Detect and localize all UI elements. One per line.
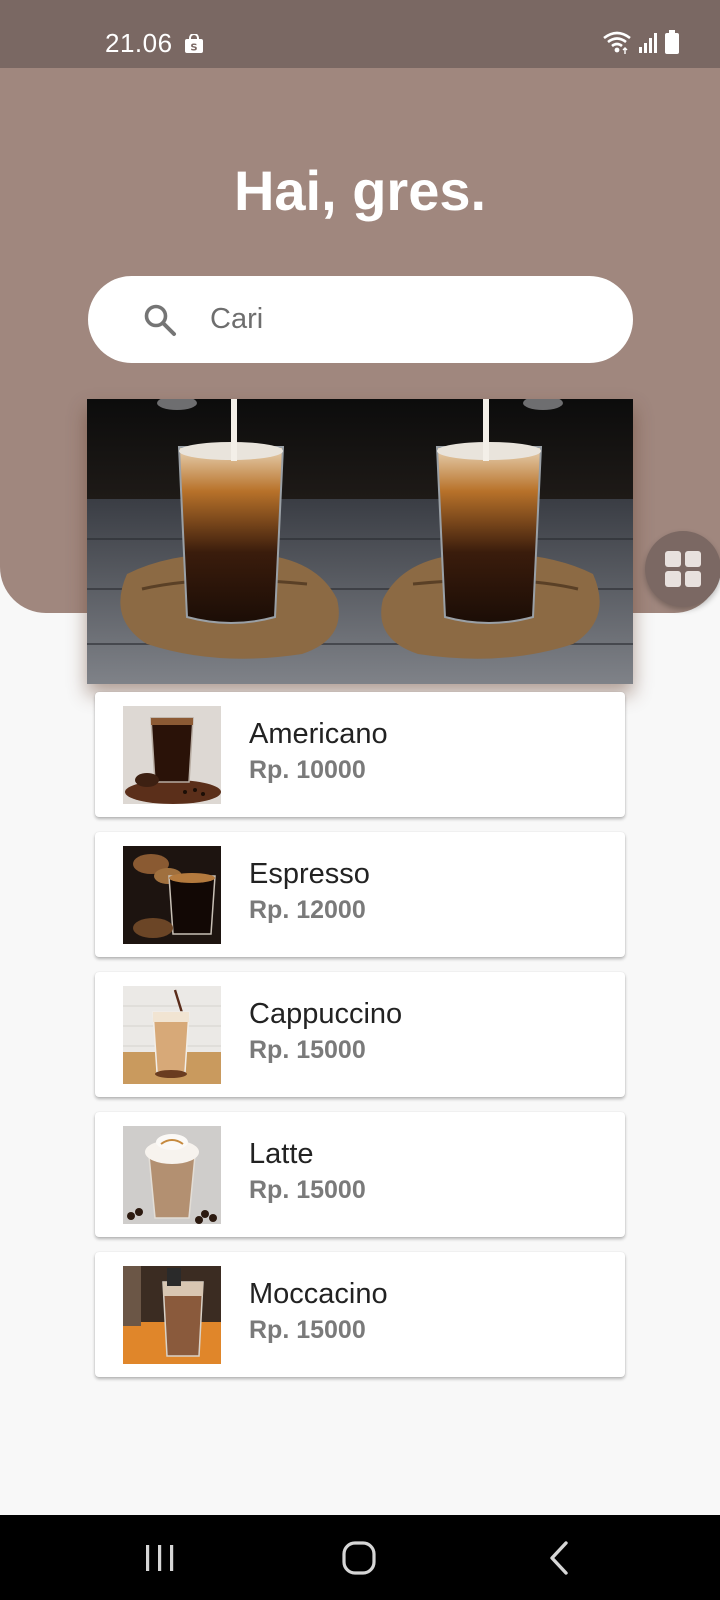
signal-icon: [639, 33, 657, 53]
menu-item-name: Moccacino: [249, 1278, 388, 1310]
latte-thumbnail: [123, 1126, 221, 1224]
menu-item-price: Rp. 15000: [249, 1316, 366, 1344]
search-icon: [144, 304, 176, 336]
menu-item-name: Americano: [249, 718, 388, 750]
home-icon[interactable]: [338, 1536, 382, 1580]
wifi-icon: [603, 31, 631, 54]
recent-apps-icon[interactable]: [138, 1536, 182, 1580]
status-time: 21.06: [105, 28, 173, 58]
search-input[interactable]: [210, 276, 610, 363]
menu-item-espresso[interactable]: Espresso Rp. 12000: [95, 832, 625, 957]
menu-item-price: Rp. 12000: [249, 896, 366, 924]
grid-menu-button[interactable]: [645, 531, 720, 607]
shopee-bag-icon: S: [185, 34, 203, 54]
status-icons: [602, 30, 680, 54]
search-bar[interactable]: [88, 276, 633, 363]
cappuccino-thumbnail: [123, 986, 221, 1084]
greeting-title: Hai, gres.: [233, 159, 487, 222]
menu-item-price: Rp. 10000: [249, 756, 366, 784]
menu-item-moccacino[interactable]: Moccacino Rp. 15000: [95, 1252, 625, 1377]
svg-text:S: S: [190, 43, 197, 54]
navigation-bar: [0, 1515, 720, 1600]
back-icon[interactable]: [538, 1536, 582, 1580]
espresso-thumbnail: [123, 846, 221, 944]
menu-item-name: Cappuccino: [249, 998, 403, 1030]
menu-list: Americano Rp. 10000 Espresso Rp. 12000 C…: [95, 692, 625, 1392]
menu-item-price: Rp. 15000: [249, 1036, 366, 1064]
moccacino-thumbnail: [123, 1266, 221, 1364]
menu-item-name: Latte: [249, 1138, 314, 1170]
grid-icon: [665, 551, 701, 587]
battery-icon: [665, 30, 679, 54]
menu-item-latte[interactable]: Latte Rp. 15000: [95, 1112, 625, 1237]
promo-banner-image: [87, 399, 633, 684]
status-bar: 21.06 S: [0, 0, 720, 68]
menu-item-americano[interactable]: Americano Rp. 10000: [95, 692, 625, 817]
menu-item-cappuccino[interactable]: Cappuccino Rp. 15000: [95, 972, 625, 1097]
americano-thumbnail: [123, 706, 221, 804]
menu-item-name: Espresso: [249, 858, 370, 890]
menu-item-price: Rp. 15000: [249, 1176, 366, 1204]
